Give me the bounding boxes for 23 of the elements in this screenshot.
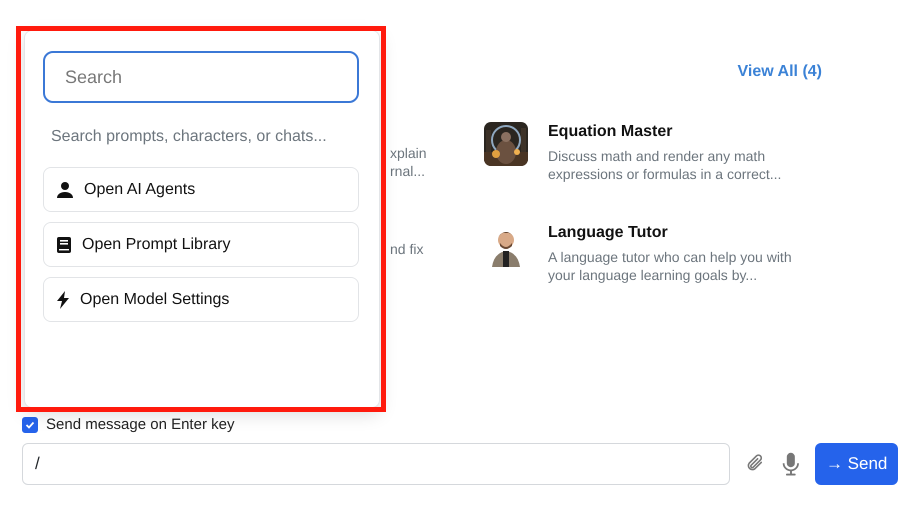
command-item[interactable]: Open Prompt Library <box>43 222 359 267</box>
send-button[interactable]: → Send <box>815 443 898 485</box>
checkbox[interactable] <box>22 417 38 433</box>
card-description-fragment: nd fix <box>390 240 424 258</box>
card-title: Equation Master <box>548 122 674 142</box>
card-description: expressions or formulas in a correct... <box>548 165 782 183</box>
command-item[interactable]: Open Model Settings <box>43 277 359 322</box>
card-description: your language learning goals by... <box>548 266 758 284</box>
message-input[interactable]: / <box>22 443 730 485</box>
view-all-link[interactable]: View All (4) <box>738 60 822 84</box>
command-item[interactable]: Open AI Agents <box>43 167 359 212</box>
book-icon <box>56 236 72 254</box>
person-icon <box>56 180 74 198</box>
popup-hint: Search prompts, characters, or chats... <box>51 127 328 147</box>
checkmark-icon <box>25 420 35 430</box>
card-description: A language tutor who can help you with <box>548 248 792 266</box>
card-description-fragment: xplain <box>390 144 427 162</box>
card-title: Language Tutor <box>548 223 669 243</box>
lightning-icon <box>56 290 70 308</box>
checkbox-label: Send message on Enter key <box>46 414 234 435</box>
search-field[interactable]: Search <box>43 51 359 103</box>
card-description-fragment: rnal... <box>390 162 426 180</box>
card-description: Discuss math and render any math <box>548 147 766 165</box>
